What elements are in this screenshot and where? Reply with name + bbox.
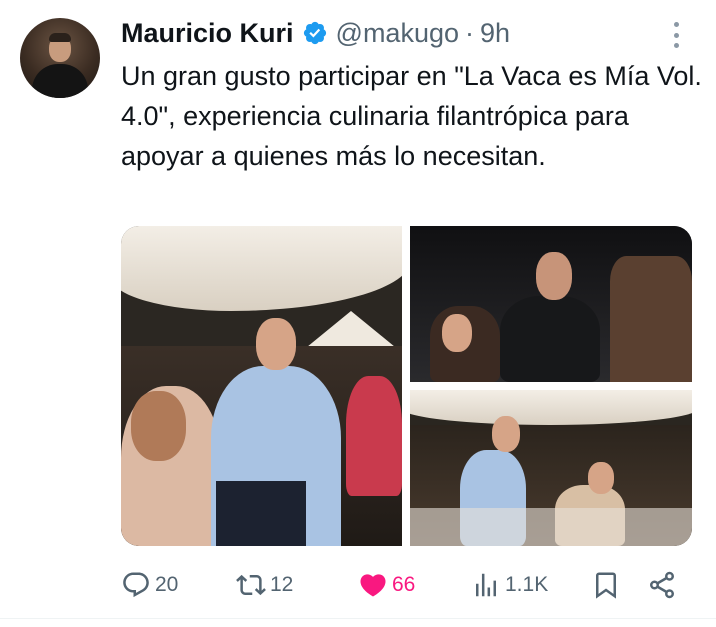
more-dots-icon[interactable] xyxy=(666,20,686,50)
views-count: 1.1K xyxy=(505,573,549,596)
avatar[interactable] xyxy=(20,18,100,98)
photo-bottom-right[interactable] xyxy=(410,390,692,546)
retweet-button[interactable]: 12 xyxy=(236,565,293,605)
bookmark-button[interactable] xyxy=(591,565,621,605)
photo-top-right[interactable] xyxy=(410,226,692,382)
share-button[interactable] xyxy=(647,565,677,605)
share-icon xyxy=(650,571,674,599)
avatar-hair xyxy=(49,33,71,42)
bookmark-icon xyxy=(596,572,616,599)
tweet[interactable]: Mauricio Kuri @makugo · 9h Un gran gusto… xyxy=(0,0,716,627)
bottom-divider xyxy=(0,618,716,619)
like-button[interactable]: 66 xyxy=(358,565,415,605)
retweet-icon xyxy=(236,574,266,596)
views-button[interactable]: 1.1K xyxy=(471,565,548,605)
retweet-count: 12 xyxy=(270,573,294,596)
tweet-timestamp[interactable]: 9h xyxy=(480,18,510,49)
action-bar: 20 12 66 1.1K xyxy=(121,565,681,605)
reply-button[interactable]: 20 xyxy=(121,565,178,605)
photo-main[interactable] xyxy=(121,226,402,546)
verified-badge-icon xyxy=(303,21,326,45)
heart-icon xyxy=(360,574,386,597)
media-grid xyxy=(121,226,692,546)
author-name[interactable]: Mauricio Kuri xyxy=(121,18,294,49)
like-count: 66 xyxy=(392,573,416,596)
tweet-header: Mauricio Kuri @makugo · 9h xyxy=(121,14,510,52)
avatar-body xyxy=(32,64,88,98)
bar-chart-icon xyxy=(476,573,496,597)
speech-bubble-icon xyxy=(123,572,149,598)
separator-dot: · xyxy=(465,17,474,48)
tweet-text: Un gran gusto participar en "La Vaca es … xyxy=(121,61,702,171)
reply-count: 20 xyxy=(155,573,179,596)
author-handle[interactable]: @makugo xyxy=(336,18,459,49)
